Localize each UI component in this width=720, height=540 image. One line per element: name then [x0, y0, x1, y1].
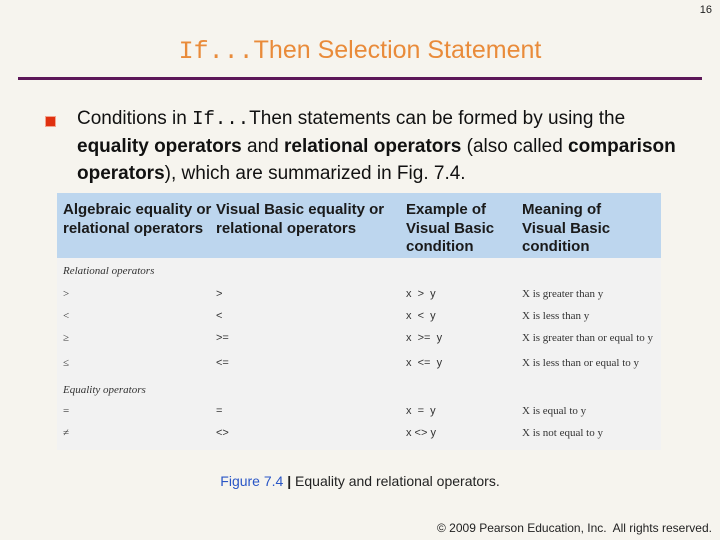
section-label-equality: Equality operators	[63, 384, 146, 396]
cell-vb: >=	[216, 332, 229, 344]
cell-vb: <>	[216, 427, 229, 439]
cell-example: x <> y	[406, 427, 436, 439]
copyright-footer: © 2009 Pearson Education, Inc. All right…	[437, 521, 712, 535]
bullet-code: If...	[192, 108, 250, 130]
cell-algebraic: ≤	[63, 357, 70, 369]
header-example: Example of Visual Basic condition	[406, 201, 495, 255]
figure-caption: Figure 7.4 | Equality and relational ope…	[0, 473, 720, 489]
bullet-text-part: Conditions in	[77, 108, 193, 129]
cell-example: x < y	[406, 310, 436, 322]
title-code: If...	[178, 37, 254, 66]
term-relational-operators: relational operators	[283, 136, 462, 157]
slide-number: 16	[699, 4, 712, 16]
cell-example: x = y	[406, 405, 436, 417]
cell-meaning: X is less than or equal to y	[522, 357, 640, 369]
cell-algebraic: =	[63, 405, 70, 417]
header-vb-operator: Visual Basic equality or relational oper…	[216, 201, 385, 237]
cell-meaning: X is greater than y	[522, 288, 604, 300]
cell-algebraic: <	[63, 310, 70, 322]
bullet-text-part: and	[241, 136, 284, 157]
bullet-text-part: ), which are summarized in Fig. 7.4.	[164, 163, 466, 184]
cell-vb: =	[216, 405, 223, 417]
cell-vb: >	[216, 288, 223, 300]
term-equality-operators: equality operators	[77, 136, 242, 157]
cell-meaning: X is not equal to y	[522, 427, 603, 439]
cell-example: x > y	[406, 288, 436, 300]
caption-text: Equality and relational operators.	[295, 473, 500, 489]
cell-meaning: X is equal to y	[522, 405, 587, 417]
cell-algebraic: ≥	[63, 332, 70, 344]
cell-vb: <=	[216, 357, 229, 369]
cell-vb: <	[216, 310, 223, 322]
cell-algebraic: ≠	[63, 427, 70, 439]
title-rest: Selection Statement	[310, 36, 542, 64]
operators-table: Algebraic equality or relational operato…	[57, 193, 661, 450]
header-algebraic: Algebraic equality or relational operato…	[63, 201, 212, 237]
figure-label: Figure 7.4	[220, 473, 284, 489]
header-meaning: Meaning of Visual Basic condition	[522, 201, 611, 255]
cell-meaning: X is less than y	[522, 310, 590, 322]
title-divider	[18, 77, 702, 80]
bullet-text-part: Then statements can be formed by using t…	[249, 108, 626, 129]
title-then: Then	[253, 36, 311, 64]
bullet-text: Conditions in If...Then statements can b…	[77, 105, 697, 187]
slide-title: If...Then Selection Statement	[0, 36, 720, 66]
caption-separator: |	[283, 473, 296, 489]
bullet-text-part: (also called	[461, 136, 569, 157]
cell-algebraic: >	[63, 288, 70, 300]
section-label-relational: Relational operators	[63, 265, 155, 277]
cell-example: x <= y	[406, 357, 443, 369]
cell-example: x >= y	[406, 332, 443, 344]
table-header: Algebraic equality or relational operato…	[57, 193, 661, 258]
cell-meaning: X is greater than or equal to y	[522, 332, 654, 344]
square-bullet-icon	[45, 116, 56, 127]
